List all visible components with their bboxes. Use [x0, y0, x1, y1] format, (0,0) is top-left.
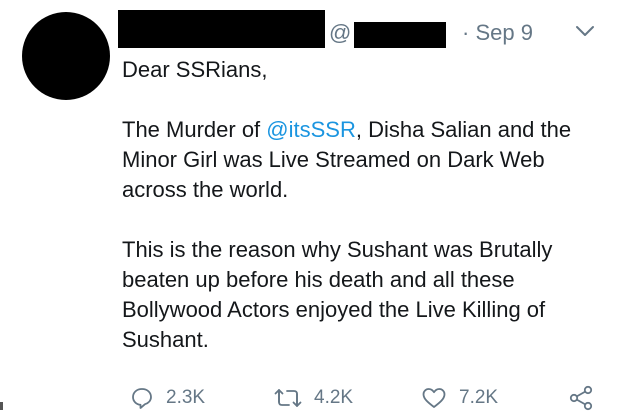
share-button[interactable]	[568, 384, 594, 412]
tweet-text: Dear SSRians, The Murder of @itsSSR, Dis…	[122, 55, 612, 355]
retweet-count: 4.2K	[314, 387, 354, 408]
redacted-handle	[354, 22, 446, 48]
like-button[interactable]: 7.2K	[421, 384, 498, 412]
tweet-paragraph-reason: This is the reason why Sushant was Bruta…	[122, 237, 553, 352]
action-bar: 2.3K 4.2K 7.2K	[0, 380, 627, 416]
like-count: 7.2K	[459, 387, 499, 408]
tweet-paragraph-murder: The Murder of @itsSSR, Disha Salian and …	[122, 115, 612, 205]
reply-button[interactable]: 2.3K	[130, 384, 205, 412]
retweet-icon	[274, 386, 302, 410]
tweet-paragraph-greeting: Dear SSRians,	[122, 57, 268, 82]
text-segment: The Murder of	[122, 117, 267, 142]
retweet-button[interactable]: 4.2K	[274, 384, 353, 412]
share-icon	[568, 385, 594, 411]
tweet-header: @ · Sep 9	[0, 0, 627, 60]
chevron-down-icon[interactable]	[575, 24, 595, 38]
tweet-date[interactable]: · Sep 9	[462, 19, 533, 47]
reply-count: 2.3K	[166, 387, 206, 408]
tweet: @ · Sep 9 Dear SSRians, The Murder of @i…	[0, 0, 627, 416]
heart-icon	[421, 386, 447, 410]
reply-icon	[130, 386, 154, 410]
handle-at-sign: @	[329, 20, 352, 45]
edge-artifact	[0, 402, 3, 410]
mention-link-itsssr[interactable]: @itsSSR	[266, 117, 356, 142]
redacted-display-name	[118, 10, 325, 48]
